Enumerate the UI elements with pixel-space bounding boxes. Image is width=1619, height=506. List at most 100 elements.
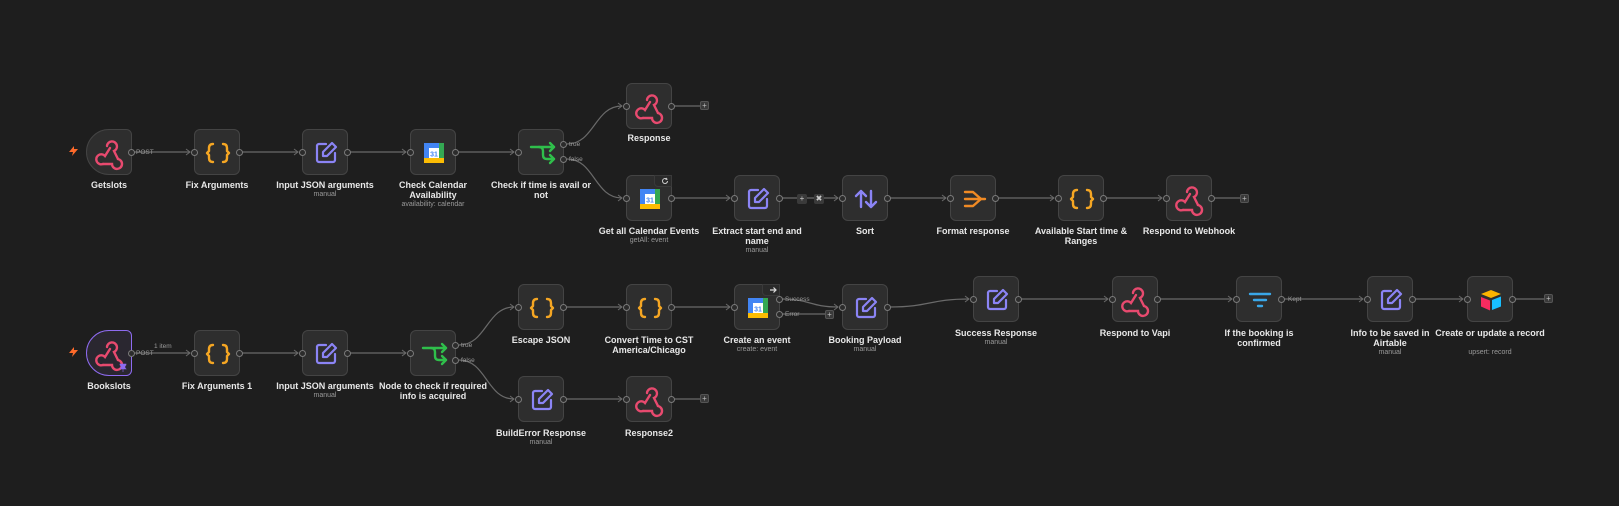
node-extract-start-end[interactable]	[731, 175, 783, 221]
node-response[interactable]	[623, 83, 675, 129]
node-check-time[interactable]	[515, 129, 567, 175]
input-port[interactable]	[1055, 195, 1062, 202]
node-convert-time[interactable]	[623, 284, 675, 330]
edit-pencil-icon	[1380, 288, 1403, 311]
add-node-button[interactable]: +	[825, 310, 834, 319]
node-response2[interactable]	[623, 376, 675, 422]
output-port[interactable]	[1154, 296, 1161, 303]
node-create-event[interactable]: 31	[731, 284, 783, 330]
output-port-false[interactable]	[452, 357, 459, 364]
node-title: Available Start time & Ranges	[1034, 226, 1128, 246]
input-port[interactable]	[623, 195, 630, 202]
output-port[interactable]	[560, 396, 567, 403]
node-getslots[interactable]	[86, 129, 135, 175]
node-fix-arguments[interactable]	[191, 129, 243, 175]
code-braces-icon	[205, 142, 231, 164]
output-port-kept[interactable]	[1278, 296, 1285, 303]
input-port[interactable]	[623, 396, 630, 403]
input-port[interactable]	[515, 304, 522, 311]
input-port[interactable]	[970, 296, 977, 303]
node-success-response[interactable]	[970, 276, 1022, 322]
input-port[interactable]	[1464, 296, 1471, 303]
output-port-true[interactable]	[452, 342, 459, 349]
output-port[interactable]	[668, 304, 675, 311]
output-port[interactable]	[668, 195, 675, 202]
node-fix-arguments-1[interactable]	[191, 330, 243, 376]
output-port[interactable]	[992, 195, 999, 202]
output-port[interactable]	[884, 304, 891, 311]
delete-connection-button[interactable]: ✖	[814, 194, 824, 204]
node-available-start-time[interactable]	[1055, 175, 1107, 221]
output-port[interactable]	[344, 149, 351, 156]
input-port[interactable]	[407, 149, 414, 156]
node-bookslots[interactable]	[86, 330, 135, 376]
node-input-json-arguments[interactable]	[299, 129, 351, 175]
output-port-true[interactable]	[560, 141, 567, 148]
output-port[interactable]	[560, 304, 567, 311]
input-port[interactable]	[623, 304, 630, 311]
input-port[interactable]	[1163, 195, 1170, 202]
output-port[interactable]	[884, 195, 891, 202]
node-respond-to-vapi[interactable]	[1109, 276, 1161, 322]
input-port[interactable]	[839, 195, 846, 202]
input-port[interactable]	[731, 304, 738, 311]
input-port[interactable]	[515, 149, 522, 156]
insert-node-button[interactable]: +	[797, 194, 807, 204]
add-node-button[interactable]: +	[1240, 194, 1249, 203]
output-port[interactable]	[1015, 296, 1022, 303]
input-port[interactable]	[191, 350, 198, 357]
input-port[interactable]	[1109, 296, 1116, 303]
connection[interactable]	[889, 298, 970, 308]
node-create-update-record[interactable]	[1464, 276, 1516, 322]
input-port[interactable]	[947, 195, 954, 202]
input-port[interactable]	[1233, 296, 1240, 303]
output-port[interactable]	[668, 103, 675, 110]
input-port[interactable]	[839, 304, 846, 311]
node-booking-payload[interactable]	[839, 284, 891, 330]
add-node-button[interactable]: +	[700, 101, 709, 110]
input-port[interactable]	[407, 350, 414, 357]
node-title: Check if time is avail or not	[490, 180, 592, 200]
output-port[interactable]	[128, 350, 135, 357]
output-port-success[interactable]	[776, 296, 783, 303]
input-port[interactable]	[191, 149, 198, 156]
airtable-icon	[1481, 290, 1501, 311]
output-port[interactable]	[668, 396, 675, 403]
edge-label-error: Error	[785, 311, 800, 318]
input-port[interactable]	[623, 103, 630, 110]
output-port[interactable]	[128, 149, 135, 156]
output-port[interactable]	[1409, 296, 1416, 303]
input-port[interactable]	[515, 396, 522, 403]
node-escape-json[interactable]	[515, 284, 567, 330]
node-respond-to-webhook[interactable]	[1163, 175, 1215, 221]
output-port[interactable]	[776, 195, 783, 202]
output-port[interactable]	[1208, 195, 1215, 202]
node-input-json-arguments-2[interactable]	[299, 330, 351, 376]
output-port[interactable]	[236, 350, 243, 357]
node-sort[interactable]	[839, 175, 891, 221]
output-port[interactable]	[344, 350, 351, 357]
add-node-button[interactable]: +	[700, 394, 709, 403]
node-check-calendar-availability[interactable]: 31	[407, 129, 459, 175]
code-braces-icon	[529, 297, 555, 319]
output-port-error[interactable]	[776, 311, 783, 318]
output-port[interactable]	[1509, 296, 1516, 303]
output-port[interactable]	[1100, 195, 1107, 202]
node-check-required-info[interactable]	[407, 330, 459, 376]
input-port[interactable]	[731, 195, 738, 202]
output-port[interactable]	[236, 149, 243, 156]
node-get-all-calendar-events[interactable]: 31	[623, 175, 675, 221]
input-port[interactable]	[1364, 296, 1371, 303]
node-subtitle: upsert: record	[1468, 349, 1512, 356]
output-port[interactable]	[452, 149, 459, 156]
node-info-airtable[interactable]	[1364, 276, 1416, 322]
input-port[interactable]	[299, 350, 306, 357]
node-builderror-response[interactable]	[515, 376, 567, 422]
svg-text:31: 31	[646, 198, 654, 205]
node-if-booking-confirmed[interactable]	[1233, 276, 1285, 322]
add-node-button[interactable]: +	[1544, 294, 1553, 303]
node-format-response[interactable]	[947, 175, 999, 221]
output-port-false[interactable]	[560, 156, 567, 163]
input-port[interactable]	[299, 149, 306, 156]
node-title: Fix Arguments 1	[181, 381, 253, 391]
